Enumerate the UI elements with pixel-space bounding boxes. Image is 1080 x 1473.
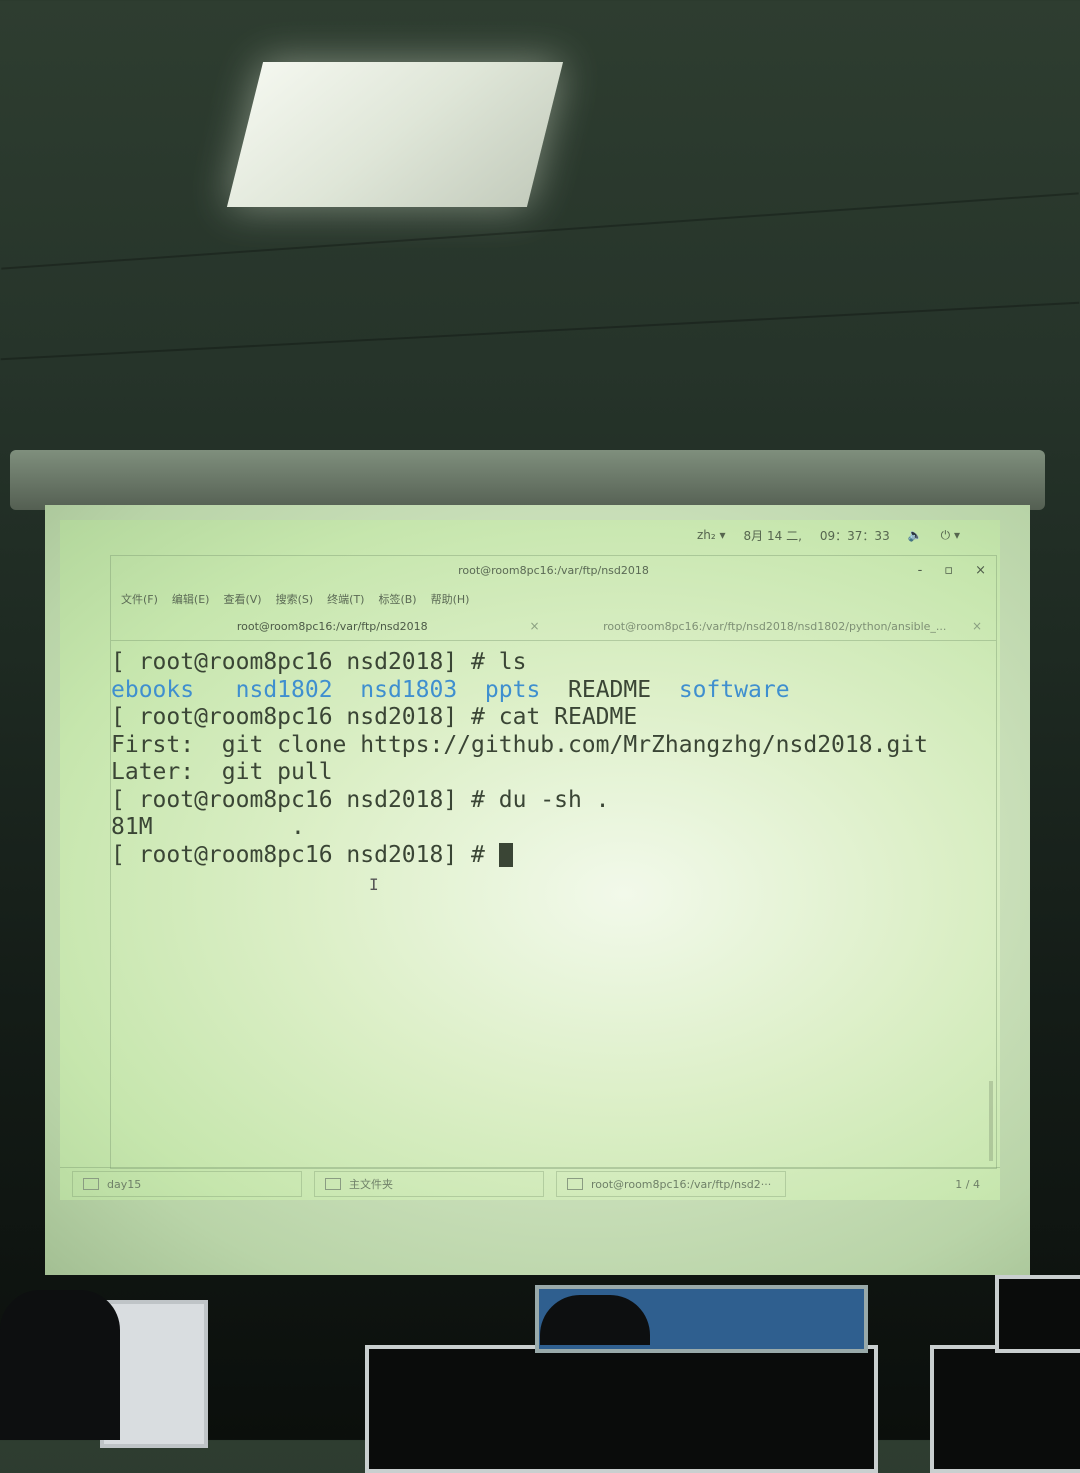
prompt: [ root@room8pc16 nsd2018] # [111,786,485,813]
ibeam-cursor-icon: I [369,875,379,894]
input-method-indicator[interactable]: zh₂ ▾ [697,528,726,542]
taskbar-label: 主文件夹 [349,1178,393,1191]
menubar: 文件(F) 编辑(E) 查看(V) 搜索(S) 终端(T) 标签(B) 帮助(H… [111,586,996,612]
terminal-line: [ root@room8pc16 nsd2018] # cat README [111,704,996,732]
folder-icon [83,1178,99,1190]
taskbar-item-day15[interactable]: day15 [72,1171,302,1197]
projector-screen-housing [10,450,1045,510]
prompt: [ root@room8pc16 nsd2018] # [111,704,485,730]
menu-file[interactable]: 文件(F) [121,591,158,607]
ceiling-tile-line [0,301,1080,361]
power-icon[interactable]: ⏻ ▾ [941,528,960,543]
student-head [0,1290,120,1440]
tab-label: root@room8pc16:/var/ftp/nsd2018 [236,619,428,633]
date-label: 8月 14 二, [743,528,802,543]
dir-entry: ebooks [111,676,195,703]
taskbar-label: day15 [107,1177,142,1191]
menu-tabs[interactable]: 标签(B) [378,591,416,607]
bottom-taskbar: day15 主文件夹 root@room8pc16:/var/ftp/nsd2·… [60,1167,1000,1200]
tab-bar: root@room8pc16:/var/ftp/nsd2018 × root@r… [111,612,996,641]
tab-close-icon[interactable]: × [529,619,539,633]
menu-terminal[interactable]: 终端(T) [327,591,364,607]
terminal-line: Later: git pull [111,759,333,785]
minimize-button[interactable]: - [918,556,923,586]
tab-close-icon[interactable]: × [972,619,982,633]
taskbar-label: root@room8pc16:/var/ftp/nsd2··· [591,1177,772,1191]
workspace-pager[interactable]: 1 / 4 [955,1178,980,1191]
taskbar-item-terminal[interactable]: root@room8pc16:/var/ftp/nsd2··· [556,1171,786,1197]
window-controls: - ▫ × [918,556,986,586]
command: du -sh . [498,786,610,813]
terminal-line: [ root@room8pc16 nsd2018] # [111,842,996,870]
text-cursor [498,843,513,867]
terminal-window: root@room8pc16:/var/ftp/nsd2018 - ▫ × 文件… [110,555,997,1169]
terminal-icon [567,1178,583,1190]
dir-entry: software [678,676,790,703]
tab-nsd2018[interactable]: root@room8pc16:/var/ftp/nsd2018 × [111,612,554,640]
terminal-output[interactable]: [ root@room8pc16 nsd2018] # ls ebooks ns… [111,641,996,1161]
terminal-line: First: git clone https://github.com/MrZh… [111,731,928,758]
ceiling-light [226,62,564,207]
dir-entry: ppts [484,676,541,703]
terminal-line: [ root@room8pc16 nsd2018] # du -sh . [111,787,996,815]
close-button[interactable]: × [975,556,986,586]
foreground-monitor [365,1345,878,1473]
menu-view[interactable]: 查看(V) [223,591,261,607]
menu-edit[interactable]: 编辑(E) [172,591,210,607]
folder-icon [325,1178,341,1190]
command: cat README [498,704,638,730]
terminal-line: [ root@room8pc16 nsd2018] # ls [111,649,996,677]
scrollbar[interactable] [989,1081,993,1161]
terminal-line: ebooks nsd1802 nsd1803 ppts README softw… [111,677,996,705]
menu-search[interactable]: 搜索(S) [276,591,314,607]
tab-label: root@room8pc16:/var/ftp/nsd2018/nsd1802/… [603,619,947,633]
speaker-icon[interactable]: 🔈 [908,528,923,542]
dir-entry: nsd1802 [235,676,333,703]
terminal-line: 81M . [111,814,305,840]
file-entry: README [568,676,652,703]
foreground-monitor [995,1275,1080,1353]
prompt: [ root@room8pc16 nsd2018] # [111,649,485,675]
command: ls [498,649,527,675]
tab-ansible[interactable]: root@room8pc16:/var/ftp/nsd2018/nsd1802/… [554,612,997,640]
menu-help[interactable]: 帮助(H) [431,591,470,607]
maximize-button[interactable]: ▫ [944,556,953,586]
taskbar-item-home[interactable]: 主文件夹 [314,1171,544,1197]
prompt: [ root@room8pc16 nsd2018] # [111,841,485,868]
window-titlebar: root@room8pc16:/var/ftp/nsd2018 - ▫ × [111,556,996,586]
clock-label[interactable]: 09：37：33 [820,527,890,544]
ceiling-tile-line [1,192,1079,270]
desktop: zh₂ ▾ 8月 14 二, 09：37：33 🔈 ⏻ ▾ root@room8… [60,520,1000,1200]
foreground-monitor [930,1345,1080,1473]
student-head [540,1295,650,1345]
window-title: root@room8pc16:/var/ftp/nsd2018 [458,564,649,577]
top-panel: zh₂ ▾ 8月 14 二, 09：37：33 🔈 ⏻ ▾ [60,520,1000,550]
dir-entry: nsd1803 [360,676,458,703]
